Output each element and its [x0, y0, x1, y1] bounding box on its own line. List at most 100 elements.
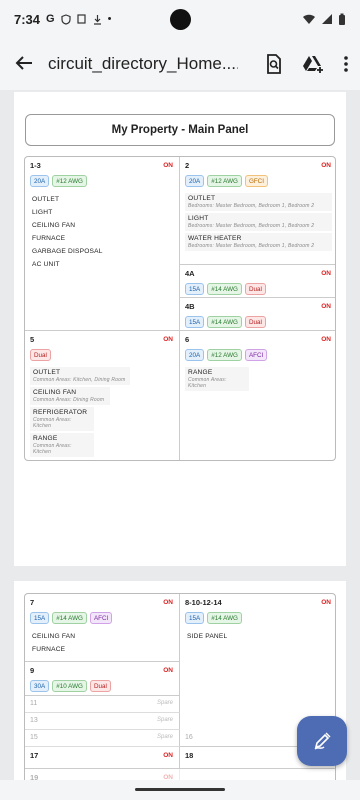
- afci-tag: AFCI: [89, 612, 113, 624]
- circuit-cell: 5 ON Dual OUTLET Common Areas: Kitchen, D…: [25, 331, 180, 460]
- dual-tag: Dual: [244, 283, 266, 295]
- circuit-cell: 4A ON 15A #14 AWG Dual: [180, 265, 335, 298]
- spare-label: Spare: [156, 700, 173, 706]
- circuit-cell: 9 ON 30A #10 AWG Dual: [25, 662, 180, 696]
- google-icon: G: [46, 13, 55, 25]
- amperage-tag: 15A: [185, 283, 205, 295]
- load-item: OUTLET Common Areas: Kitchen, Dining Room: [30, 367, 130, 385]
- spare-label: Spare: [156, 734, 173, 740]
- load-item: FURNACE: [32, 646, 66, 653]
- document-title: circuit_directory_Home....: [48, 54, 238, 73]
- circuit-state: ON: [163, 336, 173, 343]
- load-item: LIGHT: [32, 209, 53, 216]
- dual-tag: Dual: [244, 316, 266, 328]
- circuit-grid: 7 ON 15A #14 AWG AFCI CEILING FAN FURNAC…: [24, 593, 336, 800]
- circuit-number: 16: [185, 734, 193, 741]
- wire-gauge-tag: #10 AWG: [52, 680, 87, 692]
- load-item: AC UNIT: [32, 261, 60, 268]
- load-item: RANGE Common Areas: Kitchen: [30, 433, 94, 457]
- dual-tag: Dual: [30, 349, 51, 361]
- signal-icon: [322, 14, 332, 24]
- amperage-tag: 30A: [30, 680, 50, 692]
- gfci-tag: GFCI: [244, 175, 268, 187]
- load-location: Bedrooms: Master Bedroom, Bedroom 1, Bed…: [188, 243, 315, 249]
- camera-cutout: [170, 9, 191, 30]
- circuit-number: 4A: [185, 269, 195, 278]
- spare-slot: 15 Spare: [25, 730, 180, 747]
- circuit-number: 17: [30, 751, 39, 760]
- shield-icon: [60, 13, 71, 25]
- search-document-icon[interactable]: [266, 54, 282, 74]
- load-item: CEILING FAN: [32, 633, 76, 640]
- spare-slot: 11 Spare: [25, 696, 180, 713]
- pdf-viewer[interactable]: My Property - Main Panel 1-3 ON 20A #12 …: [0, 90, 360, 800]
- status-time: 7:34: [14, 11, 41, 27]
- load-item: SIDE PANEL: [187, 633, 228, 640]
- circuit-number: 7: [30, 598, 35, 607]
- circuit-cell: 1-3 ON 20A #12 AWG OUTLET LIGHT CEILING …: [25, 157, 180, 331]
- load-item: WATER HEATER Bedrooms: Master Bedroom, Be…: [185, 233, 332, 251]
- circuit-number: 15: [30, 734, 38, 741]
- load-location: Common Areas: Kitchen: [188, 377, 227, 389]
- panel-title: My Property - Main Panel: [25, 114, 335, 146]
- circuit-number: 6: [185, 335, 190, 344]
- status-bar: 7:34 G •: [0, 0, 360, 38]
- wire-gauge-tag: #12 AWG: [52, 175, 87, 187]
- afci-tag: AFCI: [244, 349, 268, 361]
- circuit-number: 9: [30, 666, 35, 675]
- load-item: OUTLET Bedrooms: Master Bedroom, Bedroom …: [185, 193, 332, 211]
- amperage-tag: 15A: [185, 316, 205, 328]
- battery-icon: [339, 13, 345, 25]
- load-item: LIGHT Bedrooms: Master Bedroom, Bedroom 1…: [185, 213, 332, 231]
- load-location: Common Areas: Kitchen: [33, 417, 72, 429]
- back-arrow-icon: [15, 56, 32, 70]
- circuit-state: ON: [163, 162, 173, 169]
- more-vert-icon[interactable]: [344, 56, 348, 72]
- circuit-cell: 17 ON: [25, 747, 180, 769]
- circuit-state: ON: [321, 599, 331, 606]
- wifi-icon: [303, 14, 315, 24]
- circuit-state: ON: [163, 599, 173, 606]
- load-location: Bedrooms: Master Bedroom, Bedroom 1, Bed…: [188, 203, 315, 209]
- wire-gauge-tag: #14 AWG: [207, 316, 242, 328]
- load-item: GARBAGE DISPOSAL: [32, 248, 103, 255]
- circuit-state: ON: [321, 303, 331, 310]
- load-location: Common Areas: Kitchen, Dining Room: [33, 377, 126, 383]
- circuit-state: ON: [321, 162, 331, 169]
- load-location: Bedrooms: Master Bedroom, Bedroom 1, Bed…: [188, 223, 315, 229]
- circuit-number: 4B: [185, 302, 195, 311]
- dot-icon: •: [107, 13, 112, 25]
- circuit-state: ON: [321, 336, 331, 343]
- wire-gauge-tag: #14 AWG: [207, 612, 242, 624]
- wire-gauge-tag: #12 AWG: [207, 349, 242, 361]
- amperage-tag: 20A: [185, 349, 205, 361]
- download-icon: [93, 14, 101, 25]
- amperage-tag: 20A: [185, 175, 205, 187]
- circuit-state: ON: [163, 667, 173, 674]
- circuit-number: 8-10-12-14: [185, 598, 222, 607]
- dual-tag: Dual: [89, 680, 111, 692]
- back-button[interactable]: [0, 51, 48, 77]
- circuit-number: 2: [185, 161, 190, 170]
- load-item: RANGE Common Areas: Kitchen: [185, 367, 249, 391]
- circuit-grid: 1-3 ON 20A #12 AWG OUTLET LIGHT CEILING …: [24, 156, 336, 461]
- annotate-button[interactable]: [297, 716, 347, 766]
- wire-gauge-tag: #14 AWG: [207, 283, 242, 295]
- circuit-cell: 6 ON 20A #12 AWG AFCI RANGE Common Areas:…: [180, 331, 335, 460]
- amperage-tag: 15A: [30, 612, 50, 624]
- load-item: CEILING FAN Common Areas: Dining Room: [30, 387, 110, 405]
- amperage-tag: 20A: [30, 175, 50, 187]
- spare-label: Spare: [156, 717, 173, 723]
- circuit-cell: 2 ON 20A #12 AWG GFCI OUTLET Bedrooms: Ma…: [180, 157, 335, 265]
- home-handle[interactable]: [135, 788, 225, 791]
- load-item: REFRIGERATOR Common Areas: Kitchen: [30, 407, 94, 431]
- gesture-nav-bar: [0, 780, 360, 800]
- copy-icon: [76, 13, 86, 24]
- circuit-number: 1-3: [30, 161, 41, 170]
- circuit-cell: 4B ON 15A #14 AWG Dual: [180, 298, 335, 331]
- app-bar: circuit_directory_Home....: [0, 38, 360, 90]
- add-to-drive-icon[interactable]: [302, 55, 324, 73]
- amperage-tag: 15A: [185, 612, 205, 624]
- pdf-page-2: 7 ON 15A #14 AWG AFCI CEILING FAN FURNAC…: [14, 581, 346, 800]
- circuit-number: 11: [30, 700, 38, 707]
